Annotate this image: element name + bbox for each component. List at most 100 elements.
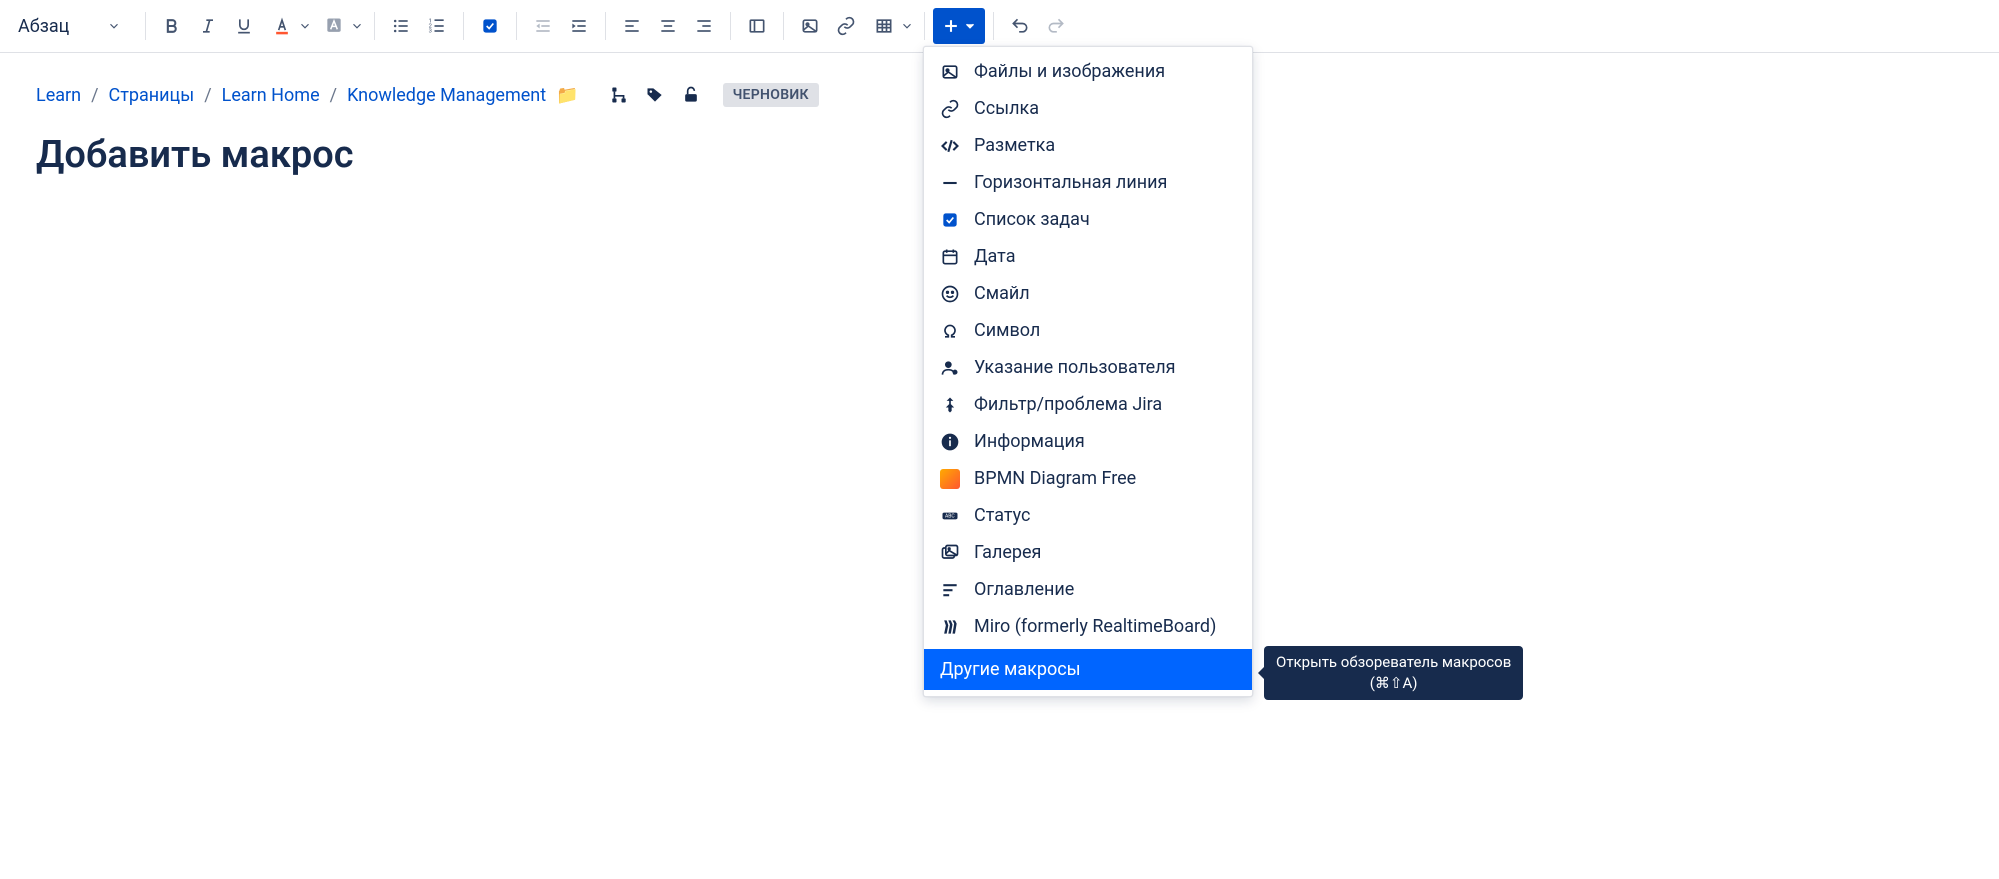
menu-item-emoji[interactable]: Смайл: [924, 275, 1252, 312]
chevron-down-icon: [350, 19, 364, 33]
draft-badge: ЧЕРНОВИК: [723, 83, 819, 107]
task-list-button[interactable]: [472, 8, 508, 44]
menu-item-link[interactable]: Ссылка: [924, 90, 1252, 127]
table-button[interactable]: [864, 8, 916, 44]
toc-icon: [940, 580, 960, 600]
omega-icon: [940, 321, 960, 341]
breadcrumb-link[interactable]: Learn: [36, 85, 81, 106]
numbered-list-button[interactable]: 123: [419, 8, 455, 44]
jira-icon: [940, 395, 960, 415]
toolbar-separator: [516, 12, 517, 40]
text-color-button[interactable]: [262, 8, 314, 44]
toolbar-separator: [374, 12, 375, 40]
menu-item-label: Фильтр/проблема Jira: [974, 394, 1162, 415]
toolbar-separator: [730, 12, 731, 40]
task-icon: [940, 210, 960, 230]
info-icon: [940, 432, 960, 452]
image-button[interactable]: [792, 8, 828, 44]
breadcrumb-link[interactable]: Страницы: [109, 85, 195, 106]
menu-item-label: Файлы и изображения: [974, 61, 1165, 82]
insert-dropdown: Файлы и изображения Ссылка Разметка Гори…: [923, 46, 1253, 697]
align-left-button[interactable]: [614, 8, 650, 44]
toolbar-separator: [993, 12, 994, 40]
tooltip-text: Открыть обзореватель макросов: [1276, 652, 1511, 673]
bpmn-icon: [940, 469, 960, 489]
menu-item-label: Символ: [974, 320, 1040, 341]
toolbar-separator: [924, 12, 925, 40]
miro-icon: [940, 617, 960, 637]
undo-button[interactable]: [1002, 8, 1038, 44]
menu-item-symbol[interactable]: Символ: [924, 312, 1252, 349]
tooltip: Открыть обзореватель макросов (⌘⇧A): [1264, 646, 1523, 700]
toolbar-separator: [783, 12, 784, 40]
chevron-down-icon: [298, 19, 312, 33]
link-icon: [940, 99, 960, 119]
calendar-icon: [940, 247, 960, 267]
redo-button[interactable]: [1038, 8, 1074, 44]
toolbar-separator: [605, 12, 606, 40]
menu-item-miro[interactable]: Miro (formerly RealtimeBoard): [924, 608, 1252, 645]
menu-item-label: Дата: [974, 246, 1016, 267]
unlock-icon[interactable]: [681, 85, 701, 105]
menu-item-label: Галерея: [974, 542, 1041, 563]
italic-button[interactable]: [190, 8, 226, 44]
menu-item-task-list[interactable]: Список задач: [924, 201, 1252, 238]
menu-item-label: Другие макросы: [940, 659, 1081, 680]
chevron-down-icon: [107, 19, 121, 33]
menu-item-gallery[interactable]: Галерея: [924, 534, 1252, 571]
align-center-button[interactable]: [650, 8, 686, 44]
page-action-icons: [609, 85, 701, 105]
folder-icon: 📁: [556, 85, 578, 106]
breadcrumb-separator: /: [91, 85, 98, 106]
bold-button[interactable]: [154, 8, 190, 44]
link-button[interactable]: [828, 8, 864, 44]
svg-text:ABC: ABC: [945, 513, 955, 519]
indent-button[interactable]: [561, 8, 597, 44]
menu-item-label: Разметка: [974, 135, 1055, 156]
menu-item-jira[interactable]: Фильтр/проблема Jira: [924, 386, 1252, 423]
chevron-down-icon: [963, 19, 977, 33]
breadcrumb-link[interactable]: Knowledge Management: [347, 85, 546, 106]
tooltip-shortcut: (⌘⇧A): [1276, 673, 1511, 694]
highlight-button[interactable]: [314, 8, 366, 44]
toolbar-separator: [463, 12, 464, 40]
menu-item-label: Miro (formerly RealtimeBoard): [974, 616, 1216, 637]
align-right-button[interactable]: [686, 8, 722, 44]
menu-item-label: Смайл: [974, 283, 1030, 304]
code-icon: [940, 136, 960, 156]
menu-item-bpmn[interactable]: BPMN Diagram Free: [924, 460, 1252, 497]
outdent-button[interactable]: [525, 8, 561, 44]
layout-button[interactable]: [739, 8, 775, 44]
user-mention-icon: [940, 358, 960, 378]
menu-item-label: Ссылка: [974, 98, 1039, 119]
paragraph-style-select[interactable]: Абзац: [10, 12, 129, 41]
bullet-list-button[interactable]: [383, 8, 419, 44]
toolbar-separator: [145, 12, 146, 40]
menu-item-label: Статус: [974, 505, 1030, 526]
breadcrumb-separator: /: [330, 85, 337, 106]
menu-item-toc[interactable]: Оглавление: [924, 571, 1252, 608]
menu-item-other-macros[interactable]: Другие макросы: [924, 649, 1252, 690]
smile-icon: [940, 284, 960, 304]
hierarchy-icon[interactable]: [609, 85, 629, 105]
menu-item-status[interactable]: ABC Статус: [924, 497, 1252, 534]
menu-item-label: Горизонтальная линия: [974, 172, 1167, 193]
underline-button[interactable]: [226, 8, 262, 44]
status-icon: ABC: [940, 506, 960, 526]
paragraph-style-label: Абзац: [18, 16, 69, 37]
menu-item-files-images[interactable]: Файлы и изображения: [924, 53, 1252, 90]
breadcrumb-link[interactable]: Learn Home: [222, 85, 320, 106]
menu-item-horizontal-rule[interactable]: Горизонтальная линия: [924, 164, 1252, 201]
image-icon: [940, 62, 960, 82]
menu-item-info[interactable]: Информация: [924, 423, 1252, 460]
menu-item-markup[interactable]: Разметка: [924, 127, 1252, 164]
menu-item-label: Указание пользователя: [974, 357, 1175, 378]
menu-item-mention[interactable]: Указание пользователя: [924, 349, 1252, 386]
label-icon[interactable]: [645, 85, 665, 105]
menu-item-date[interactable]: Дата: [924, 238, 1252, 275]
horizontal-rule-icon: [940, 173, 960, 193]
menu-item-label: Информация: [974, 431, 1085, 452]
gallery-icon: [940, 543, 960, 563]
svg-text:3: 3: [429, 29, 432, 35]
insert-button[interactable]: [933, 8, 985, 44]
